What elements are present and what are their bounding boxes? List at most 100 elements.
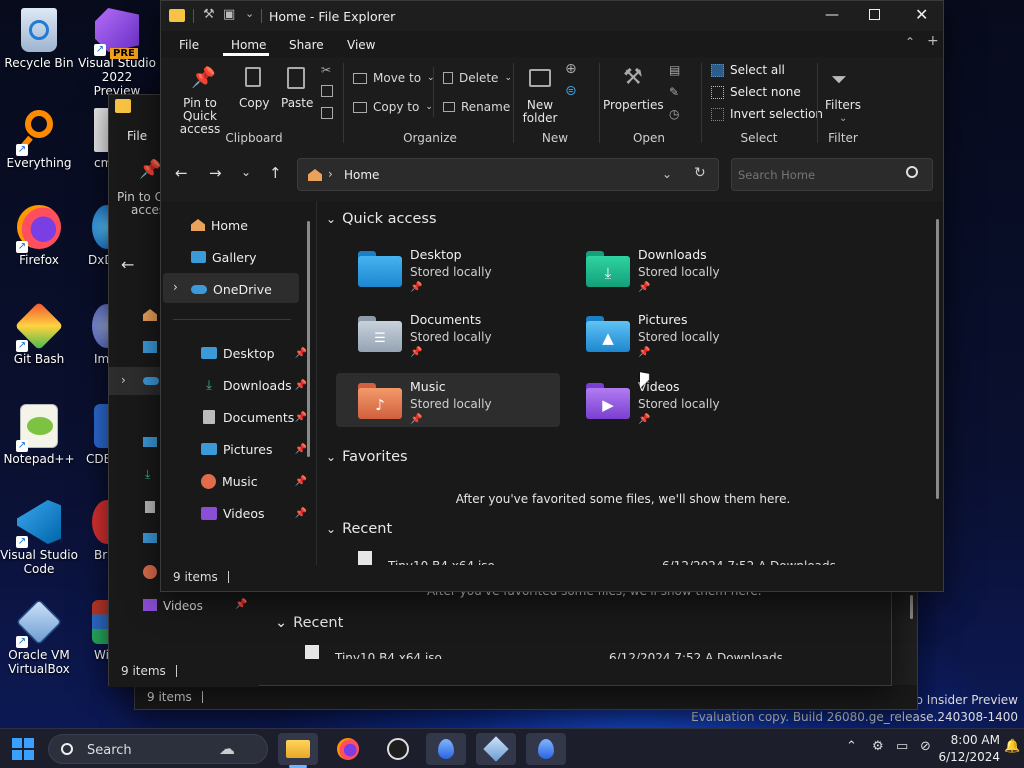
breadcrumb-home[interactable]: Home: [344, 168, 379, 182]
select-all-button[interactable]: Select all: [711, 63, 785, 77]
desktop-folder-icon: [358, 251, 402, 287]
new-folder-icon[interactable]: ▣: [223, 7, 235, 22]
copy-button[interactable]: Copy: [239, 97, 269, 110]
desktop-icon-virtualbox[interactable]: ↗ Oracle VM VirtualBox: [0, 598, 78, 676]
desktop-icon-firefox[interactable]: ↗ Firefox: [0, 205, 78, 267]
easy-access-icon[interactable]: ⊜: [565, 83, 577, 99]
chevron-right-icon[interactable]: ›: [121, 373, 126, 387]
address-dropdown-icon[interactable]: ⌄: [662, 167, 672, 181]
search-icon[interactable]: [906, 166, 918, 178]
tab-home[interactable]: Home: [231, 38, 266, 52]
nav-item-downloads[interactable]: ⤓ Downloads 📌: [169, 371, 309, 399]
new-folder-button[interactable]: New folder: [521, 99, 559, 125]
quick-access-item-videos[interactable]: ▶ Videos Stored locally 📌: [564, 373, 788, 427]
quick-access-header[interactable]: ⌄ Quick access: [326, 211, 437, 227]
favorites-header[interactable]: ⌄ Favorites: [326, 449, 408, 465]
search-input[interactable]: [738, 165, 898, 185]
forward-button[interactable]: →: [209, 164, 222, 182]
taskbar-file-explorer[interactable]: [278, 733, 318, 765]
desktop-icon-git-bash[interactable]: ↗ Git Bash: [0, 301, 78, 366]
delete-button[interactable]: Delete ⌄: [443, 71, 512, 85]
desktop-icon-recycle-bin[interactable]: Recycle Bin: [0, 8, 78, 70]
display-icon[interactable]: ▭: [896, 739, 908, 754]
taskbar-app-1[interactable]: [426, 733, 466, 765]
refresh-icon[interactable]: ↻: [694, 165, 706, 181]
explorer-window[interactable]: ⚒ ▣ ⌄ Home - File Explorer — ✕ File Home…: [160, 0, 944, 592]
quick-access-item-music[interactable]: ♪ Music Stored locally 📌: [336, 373, 560, 427]
clock-time[interactable]: 8:00 AM: [940, 733, 1000, 747]
taskbar-search-box[interactable]: Search ☁: [48, 734, 268, 764]
nav-item-home[interactable]: Home: [169, 211, 297, 239]
taskbar-virtualbox[interactable]: [476, 733, 516, 765]
desktop-icon-visual-studio[interactable]: PRE ↗ Visual Studio 2022 Preview: [78, 8, 156, 98]
back-arrow-icon[interactable]: ←: [121, 255, 134, 274]
scrollbar[interactable]: [910, 595, 913, 619]
nav-scrollbar[interactable]: [307, 221, 310, 457]
select-none-button[interactable]: Select none: [711, 85, 801, 99]
desktop-icon-vscode[interactable]: ↗ Visual Studio Code: [0, 500, 78, 576]
paste-shortcut-icon[interactable]: [321, 107, 333, 119]
nav-item-documents[interactable]: Documents 📌: [169, 403, 309, 431]
quick-access-item-downloads[interactable]: ⤓ Downloads Stored locally 📌: [564, 241, 788, 295]
tab-file[interactable]: File: [179, 38, 199, 52]
start-button[interactable]: [12, 738, 34, 760]
quick-access-item-desktop[interactable]: Desktop Stored locally 📌: [336, 241, 560, 295]
back-button[interactable]: ←: [175, 164, 188, 182]
collapse-ribbon-icon[interactable]: ⌃: [905, 35, 915, 49]
minimize-button[interactable]: —: [825, 7, 839, 23]
nav-item-videos[interactable]: Videos: [163, 599, 203, 613]
filters-button[interactable]: Filters: [821, 99, 865, 112]
nav-item-music[interactable]: Music 📌: [169, 467, 309, 495]
recent-header[interactable]: ⌄ Recent: [326, 521, 392, 537]
rename-button[interactable]: Rename: [443, 100, 510, 114]
title-bar[interactable]: ⚒ ▣ ⌄ Home - File Explorer — ✕: [161, 1, 943, 31]
taskbar-app-2[interactable]: [526, 733, 566, 765]
ribbon-separator: [343, 63, 344, 143]
address-bar[interactable]: › Home ⌄ ↻: [297, 158, 719, 191]
watermark-line-2: Evaluation copy. Build 26080.ge_release.…: [691, 710, 1018, 724]
nav-item-gallery[interactable]: Gallery: [169, 243, 297, 271]
menu-file[interactable]: File: [127, 129, 147, 143]
taskbar-firefox[interactable]: [328, 733, 368, 765]
nav-item-videos[interactable]: Videos 📌: [169, 499, 309, 527]
history-icon[interactable]: ◷: [669, 107, 679, 121]
copy-path-icon[interactable]: [321, 85, 333, 97]
nav-item-desktop[interactable]: Desktop 📌: [169, 339, 309, 367]
close-button[interactable]: ✕: [915, 5, 928, 24]
search-box[interactable]: [731, 158, 933, 191]
edit-icon[interactable]: ✎: [669, 85, 679, 99]
quick-access-name: Documents: [410, 312, 482, 327]
wifi-off-icon[interactable]: ⊘: [920, 739, 931, 754]
notifications-icon[interactable]: 🔔: [1004, 739, 1020, 754]
cut-icon[interactable]: ✂: [321, 63, 331, 77]
tab-view[interactable]: View: [347, 38, 375, 52]
nav-item-pictures[interactable]: Pictures 📌: [169, 435, 309, 463]
paste-button[interactable]: Paste: [281, 97, 313, 110]
copy-to-button[interactable]: Copy to ⌄: [353, 100, 433, 114]
clock-date[interactable]: 6/12/2024: [936, 750, 1000, 764]
desktop-icon-notepad-plus-plus[interactable]: ↗ Notepad++: [0, 404, 78, 466]
move-to-button[interactable]: Move to ⌄: [353, 71, 435, 85]
content-scrollbar[interactable]: [936, 219, 939, 499]
pin-icon: 📌: [410, 347, 423, 358]
new-tab-icon[interactable]: +: [927, 33, 939, 49]
up-button[interactable]: ↑: [269, 164, 282, 182]
properties-icon[interactable]: ⚒: [203, 7, 215, 22]
show-hidden-icons-icon[interactable]: ⌃: [846, 739, 857, 754]
recent-header[interactable]: ⌄ Recent: [275, 615, 343, 631]
quick-access-item-pictures[interactable]: ▲ Pictures Stored locally 📌: [564, 306, 788, 360]
recent-locations-button[interactable]: ⌄: [241, 165, 251, 179]
network-icon[interactable]: ⚙: [872, 739, 884, 754]
nav-item-onedrive[interactable]: OneDrive: [169, 275, 297, 303]
open-icon[interactable]: ▤: [669, 63, 680, 77]
chevron-down-icon[interactable]: ⌄: [245, 7, 254, 20]
quick-access-item-documents[interactable]: ☰ Documents Stored locally 📌: [336, 306, 560, 360]
invert-selection-button[interactable]: Invert selection: [711, 107, 823, 121]
taskbar-obs[interactable]: [378, 733, 418, 765]
ribbon-separator: [513, 63, 514, 143]
properties-button[interactable]: Properties: [603, 99, 664, 112]
desktop-icon-everything[interactable]: ↗ Everything: [0, 108, 78, 170]
new-item-icon[interactable]: ⊕: [565, 61, 577, 77]
tab-share[interactable]: Share: [289, 38, 324, 52]
maximize-button[interactable]: [869, 9, 880, 20]
